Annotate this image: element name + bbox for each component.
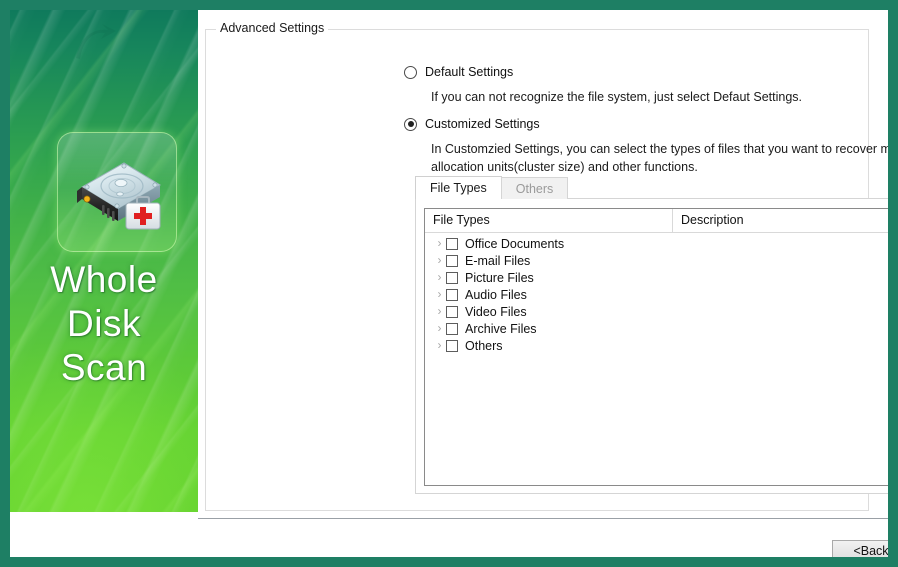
radio-default-settings-indicator[interactable] [404,65,417,79]
file-type-checkbox[interactable] [446,288,458,301]
radio-default-settings-label: Default Settings [425,65,514,79]
banner-title-line-3: Scan [60,347,148,388]
file-type-label: Office Documents [465,236,565,251]
chevron-right-icon[interactable]: › [433,286,446,303]
banner-title: Whole Disk Scan [10,258,198,390]
radio-customized-settings-label: Customized Settings [425,117,540,131]
radio-customized-settings-indicator[interactable] [404,117,417,131]
hint-default-settings: If you can not recognize the file system… [431,90,803,104]
tree-row[interactable]: › Others [425,337,888,354]
file-type-label: E-mail Files [465,253,531,268]
back-button[interactable]: <Back [832,540,888,557]
hint-customized-settings: In Customzied Settings, you can select t… [431,142,888,174]
file-type-label: Archive Files [465,321,537,336]
file-type-checkbox[interactable] [446,305,458,318]
disk-icon-tile [57,132,177,252]
chevron-right-icon[interactable]: › [433,303,446,320]
window-client-area: Whole Disk Scan Advanced Settings Defaul… [10,10,888,557]
tree-row[interactable]: › Video Files [425,303,888,320]
file-types-tree-body: › Office Documents › E-mail Files › Picture F… [425,233,888,354]
chevron-right-icon[interactable]: › [433,269,446,286]
wizard-banner: Whole Disk Scan [10,10,198,512]
application-window: Whole Disk Scan Advanced Settings Defaul… [0,0,898,567]
tree-row[interactable]: › Office Documents [425,235,888,252]
tab-others[interactable]: Others [500,177,569,199]
settings-tabstrip: File Types Others [415,176,569,199]
radio-option-default-settings[interactable]: Default Settings [404,65,513,79]
tree-row[interactable]: › Audio Files [425,286,888,303]
chevron-right-icon[interactable]: › [433,252,446,269]
file-type-label: Video Files [465,304,527,319]
tree-row[interactable]: › E-mail Files [425,252,888,269]
file-type-checkbox[interactable] [446,237,458,250]
file-types-tree-header: File Types Description [425,209,888,233]
advanced-settings-legend: Advanced Settings [216,21,329,35]
file-type-label: Picture Files [465,270,534,285]
tree-row[interactable]: › Archive Files [425,320,888,337]
file-types-tab-panel: File Types Description › Office Documents… [415,198,888,494]
file-type-checkbox[interactable] [446,339,458,352]
tree-row[interactable]: › Picture Files [425,269,888,286]
radio-option-customized-settings[interactable]: Customized Settings [404,117,540,131]
file-type-checkbox[interactable] [446,322,458,335]
tab-file-types[interactable]: File Types [415,176,502,199]
file-type-checkbox[interactable] [446,254,458,267]
file-type-label: Audio Files [465,287,527,302]
wizard-content: Advanced Settings Default Settings If yo… [198,10,888,557]
file-type-label: Others [465,338,503,353]
chevron-right-icon[interactable]: › [433,320,446,337]
banner-title-line-2: Disk [67,303,141,344]
column-header-description[interactable]: Description [673,209,888,232]
column-header-file-types[interactable]: File Types [425,209,673,232]
chevron-right-icon[interactable]: › [433,337,446,354]
file-types-tree[interactable]: File Types Description › Office Documents… [424,208,888,486]
hard-disk-recovery-icon [77,162,161,230]
banner-title-line-1: Whole [50,259,158,300]
curved-arrow-watermark-icon [76,24,116,59]
chevron-right-icon[interactable]: › [433,235,446,252]
wizard-footer: <Back Next> Cancel [198,519,888,557]
file-type-checkbox[interactable] [446,271,458,284]
